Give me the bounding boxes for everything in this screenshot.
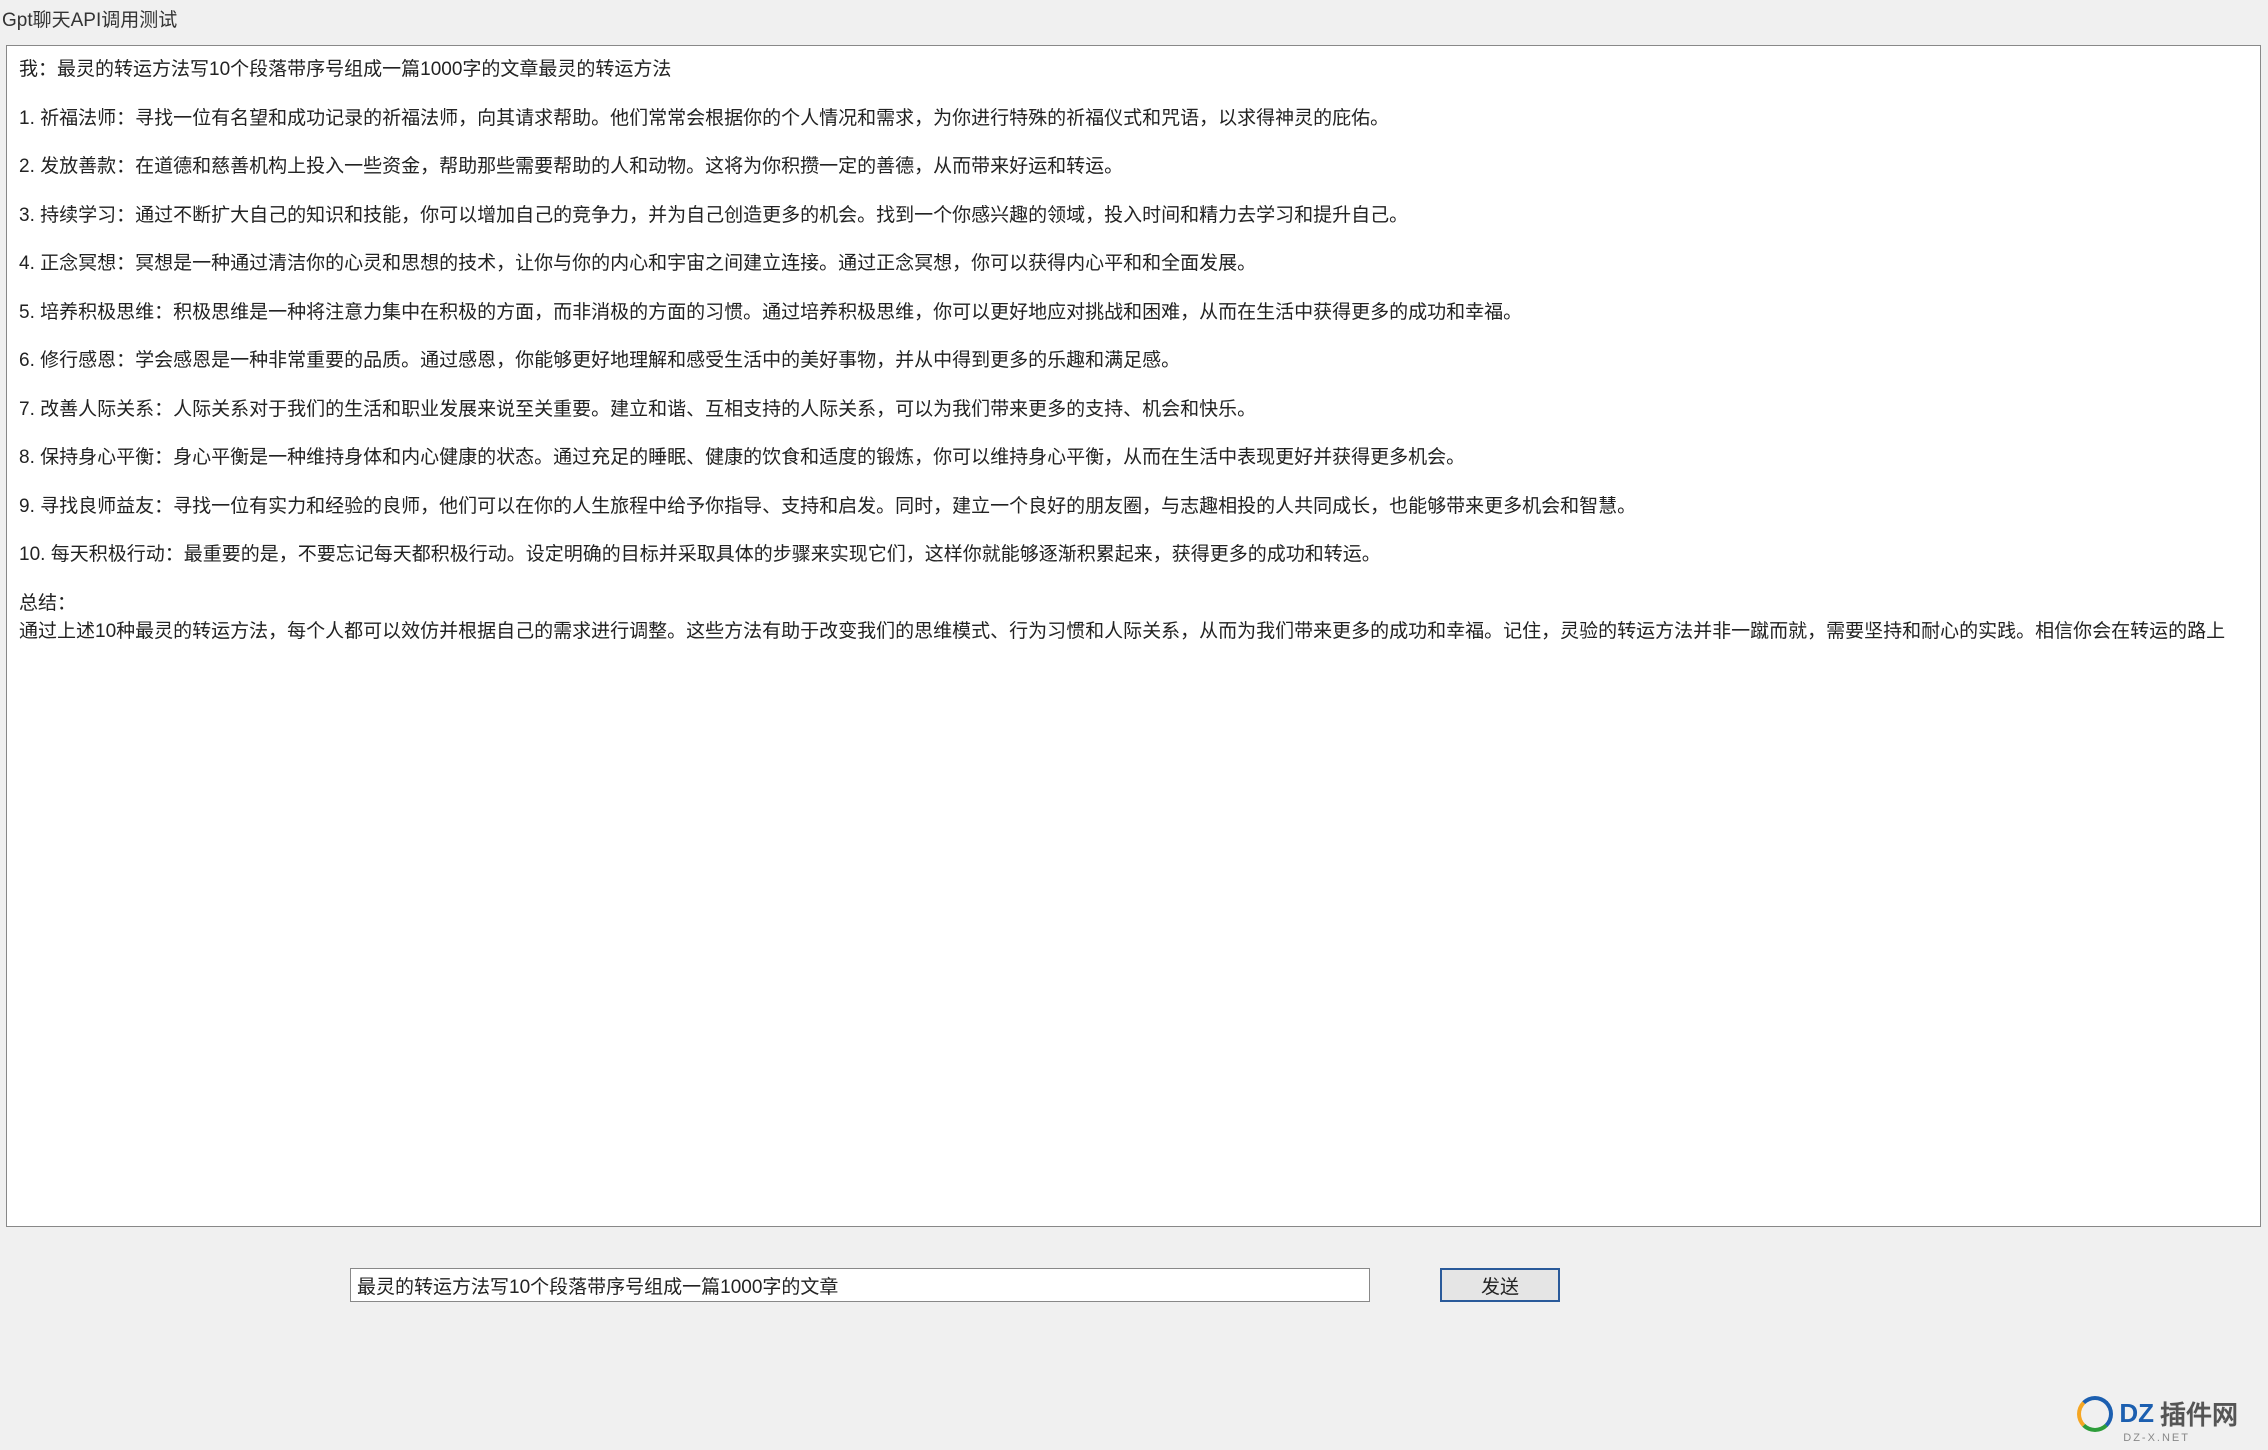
chat-response-item: 2. 发放善款：在道德和慈善机构上投入一些资金，帮助那些需要帮助的人和动物。这将… bbox=[19, 153, 2248, 182]
chat-response-item: 7. 改善人际关系：人际关系对于我们的生活和职业发展来说至关重要。建立和谐、互相… bbox=[19, 396, 2248, 425]
chat-response-item: 9. 寻找良师益友：寻找一位有实力和经验的良师，他们可以在你的人生旅程中给予你指… bbox=[19, 493, 2248, 522]
chat-response-item: 8. 保持身心平衡：身心平衡是一种维持身体和内心健康的状态。通过充足的睡眠、健康… bbox=[19, 444, 2248, 473]
chat-response-item: 4. 正念冥想：冥想是一种通过清洁你的心灵和思想的技术，让你与你的内心和宇宙之间… bbox=[19, 250, 2248, 279]
watermark-sub: DZ-X.NET bbox=[2123, 1432, 2190, 1444]
send-button[interactable]: 发送 bbox=[1440, 1268, 1560, 1302]
watermark-logo-icon bbox=[2077, 1396, 2113, 1432]
chat-summary-label: 总结： bbox=[19, 590, 2248, 619]
input-bar: 发送 bbox=[350, 1268, 1560, 1302]
chat-response-item: 1. 祈福法师：寻找一位有名望和成功记录的祈福法师，向其请求帮助。他们常常会根据… bbox=[19, 105, 2248, 134]
chat-response-item: 6. 修行感恩：学会感恩是一种非常重要的品质。通过感恩，你能够更好地理解和感受生… bbox=[19, 347, 2248, 376]
message-input[interactable] bbox=[350, 1268, 1370, 1302]
chat-response-item: 5. 培养积极思维：积极思维是一种将注意力集中在积极的方面，而非消极的方面的习惯… bbox=[19, 299, 2248, 328]
page-title: Gpt聊天API调用测试 bbox=[0, 0, 2268, 37]
watermark-text-suffix: 插件网 bbox=[2160, 1395, 2238, 1432]
watermark-text-dz: DZ bbox=[2119, 1398, 2154, 1429]
chat-summary-body: 通过上述10种最灵的转运方法，每个人都可以效仿并根据自己的需求进行调整。这些方法… bbox=[19, 618, 2248, 647]
chat-output-area: 我：最灵的转运方法写10个段落带序号组成一篇1000字的文章最灵的转运方法 1.… bbox=[6, 45, 2261, 1227]
watermark: DZ插件网 bbox=[2077, 1395, 2238, 1432]
chat-response-item: 3. 持续学习：通过不断扩大自己的知识和技能，你可以增加自己的竞争力，并为自己创… bbox=[19, 202, 2248, 231]
chat-prompt-line: 我：最灵的转运方法写10个段落带序号组成一篇1000字的文章最灵的转运方法 bbox=[19, 56, 2248, 85]
chat-response-item: 10. 每天积极行动：最重要的是，不要忘记每天都积极行动。设定明确的目标并采取具… bbox=[19, 541, 2248, 570]
